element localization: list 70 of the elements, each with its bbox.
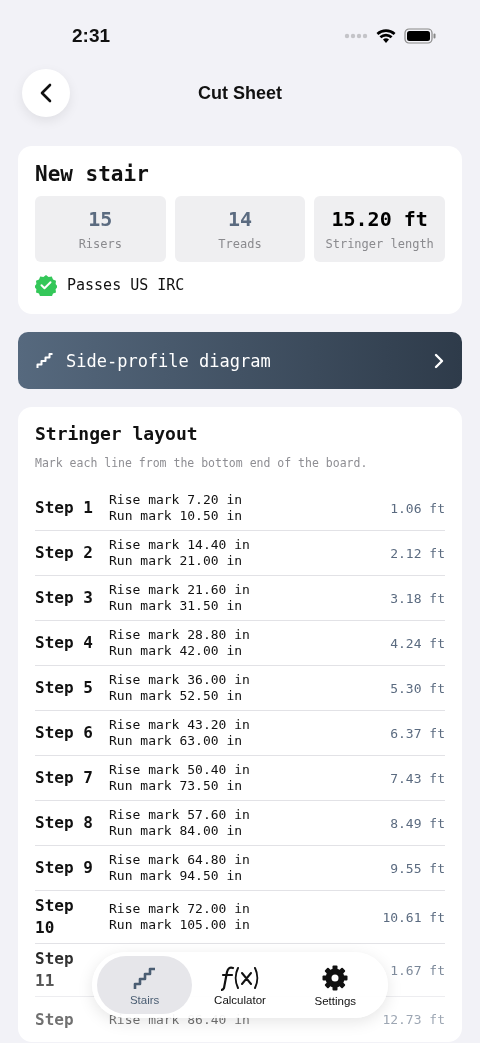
rise-mark: Rise mark 43.20 in — [109, 717, 251, 733]
step-distance: 9.55 ft — [390, 860, 445, 876]
step-label: Step 8 — [35, 812, 94, 834]
step-distance: 10.61 ft — [382, 909, 445, 925]
back-button[interactable] — [22, 69, 70, 117]
rise-mark: Rise mark 57.60 in — [109, 807, 251, 823]
diagram-button[interactable]: Side-profile diagram — [18, 332, 462, 389]
run-mark: Run mark 52.50 in — [109, 688, 244, 704]
rise-mark: Rise mark 86.40 in — [109, 1011, 251, 1028]
rise-mark: Rise mark 36.00 in — [109, 672, 251, 688]
step-label: Step 4 — [35, 632, 94, 654]
step-distance: 1.67 ft — [390, 962, 445, 978]
step-distance: 2.12 ft — [390, 545, 445, 561]
stat-value: 14 — [227, 207, 253, 231]
step-label: Step 5 — [35, 677, 94, 699]
run-mark: Run mark 10.50 in — [109, 508, 244, 524]
rise-mark: Rise mark 7.20 in — [109, 492, 244, 508]
run-mark: Run mark 21.00 in — [109, 553, 244, 569]
section-note: Mark each line from the bottom end of the board. — [35, 456, 369, 470]
stat-value: 15 — [88, 207, 113, 231]
step-distance: 12.73 ft — [382, 1012, 445, 1027]
tab[interactable]: Settings — [287, 956, 383, 1014]
rise-mark: Rise mark 72.00 in — [109, 901, 251, 917]
chevron-right-icon — [434, 352, 444, 369]
wifi-icon — [376, 28, 396, 44]
tab[interactable]: Calculator — [192, 956, 288, 1014]
chevron-left-icon — [40, 83, 52, 103]
run-mark: Run mark 105.00 in — [109, 917, 251, 933]
step-label: Step 3 — [35, 587, 94, 609]
rise-mark: Rise mark 21.60 in — [109, 582, 251, 598]
rise-mark: Rise mark 14.40 in — [109, 537, 251, 553]
step-label: Step 2 — [35, 542, 94, 564]
settings-icon — [321, 963, 350, 992]
step-label: Step 10 — [35, 895, 75, 939]
step-distance: 6.37 ft — [390, 725, 445, 741]
step-distance: 5.30 ft — [390, 680, 445, 696]
status-time: 2:31 — [72, 25, 111, 47]
stat-label: Stringer length — [325, 237, 434, 251]
stair-title: New stair — [35, 162, 150, 186]
compliance-text: Passes US IRC — [67, 276, 185, 294]
step-label: Step 9 — [35, 857, 94, 879]
run-mark: Run mark 94.50 in — [109, 868, 244, 884]
run-mark: Run mark 31.50 in — [109, 598, 244, 614]
step-label: Step 6 — [35, 722, 94, 744]
step-distance: 7.43 ft — [390, 770, 445, 786]
stat-value: 15.20 ft — [331, 207, 428, 231]
tab[interactable]: Stairs — [97, 956, 193, 1014]
battery-icon — [404, 28, 436, 44]
step-distance: 3.18 ft — [390, 590, 445, 606]
stairs-icon — [36, 352, 54, 369]
signal-icon — [344, 33, 368, 39]
rise-mark: Rise mark 28.80 in — [109, 627, 251, 643]
step-label: Step — [35, 1008, 75, 1031]
step-distance: 1.06 ft — [390, 500, 445, 516]
function-icon — [221, 964, 259, 991]
rise-mark: Rise mark 50.40 in — [109, 762, 251, 778]
stat-label: Treads — [218, 237, 262, 251]
step-label: Step 7 — [35, 767, 94, 789]
step-label: Step 1 — [35, 497, 94, 519]
run-mark: Run mark 42.00 in — [109, 643, 244, 659]
run-mark: Run mark 63.00 in — [109, 733, 244, 749]
section-title: Stringer layout — [35, 423, 199, 444]
screen-title: Cut Sheet — [198, 82, 282, 104]
run-mark: Run mark 84.00 in — [109, 823, 244, 839]
stat-label: Risers — [78, 237, 122, 251]
rise-mark: Rise mark 64.80 in — [109, 852, 251, 868]
step-distance: 8.49 ft — [390, 815, 445, 831]
step-label: Step 11 — [35, 948, 75, 992]
step-distance: 4.24 ft — [390, 635, 445, 651]
run-mark: Run mark 73.50 in — [109, 778, 244, 794]
